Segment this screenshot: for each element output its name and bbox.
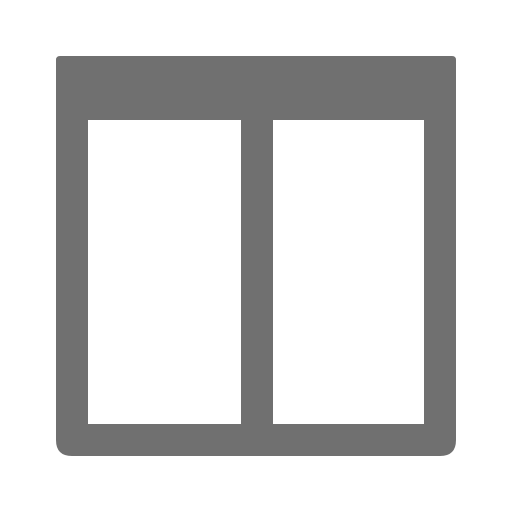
two-column-layout-icon-svg <box>56 56 456 456</box>
layout-frame-shape <box>56 56 456 456</box>
two-column-layout-icon <box>0 0 512 512</box>
icon-canvas <box>0 0 512 512</box>
